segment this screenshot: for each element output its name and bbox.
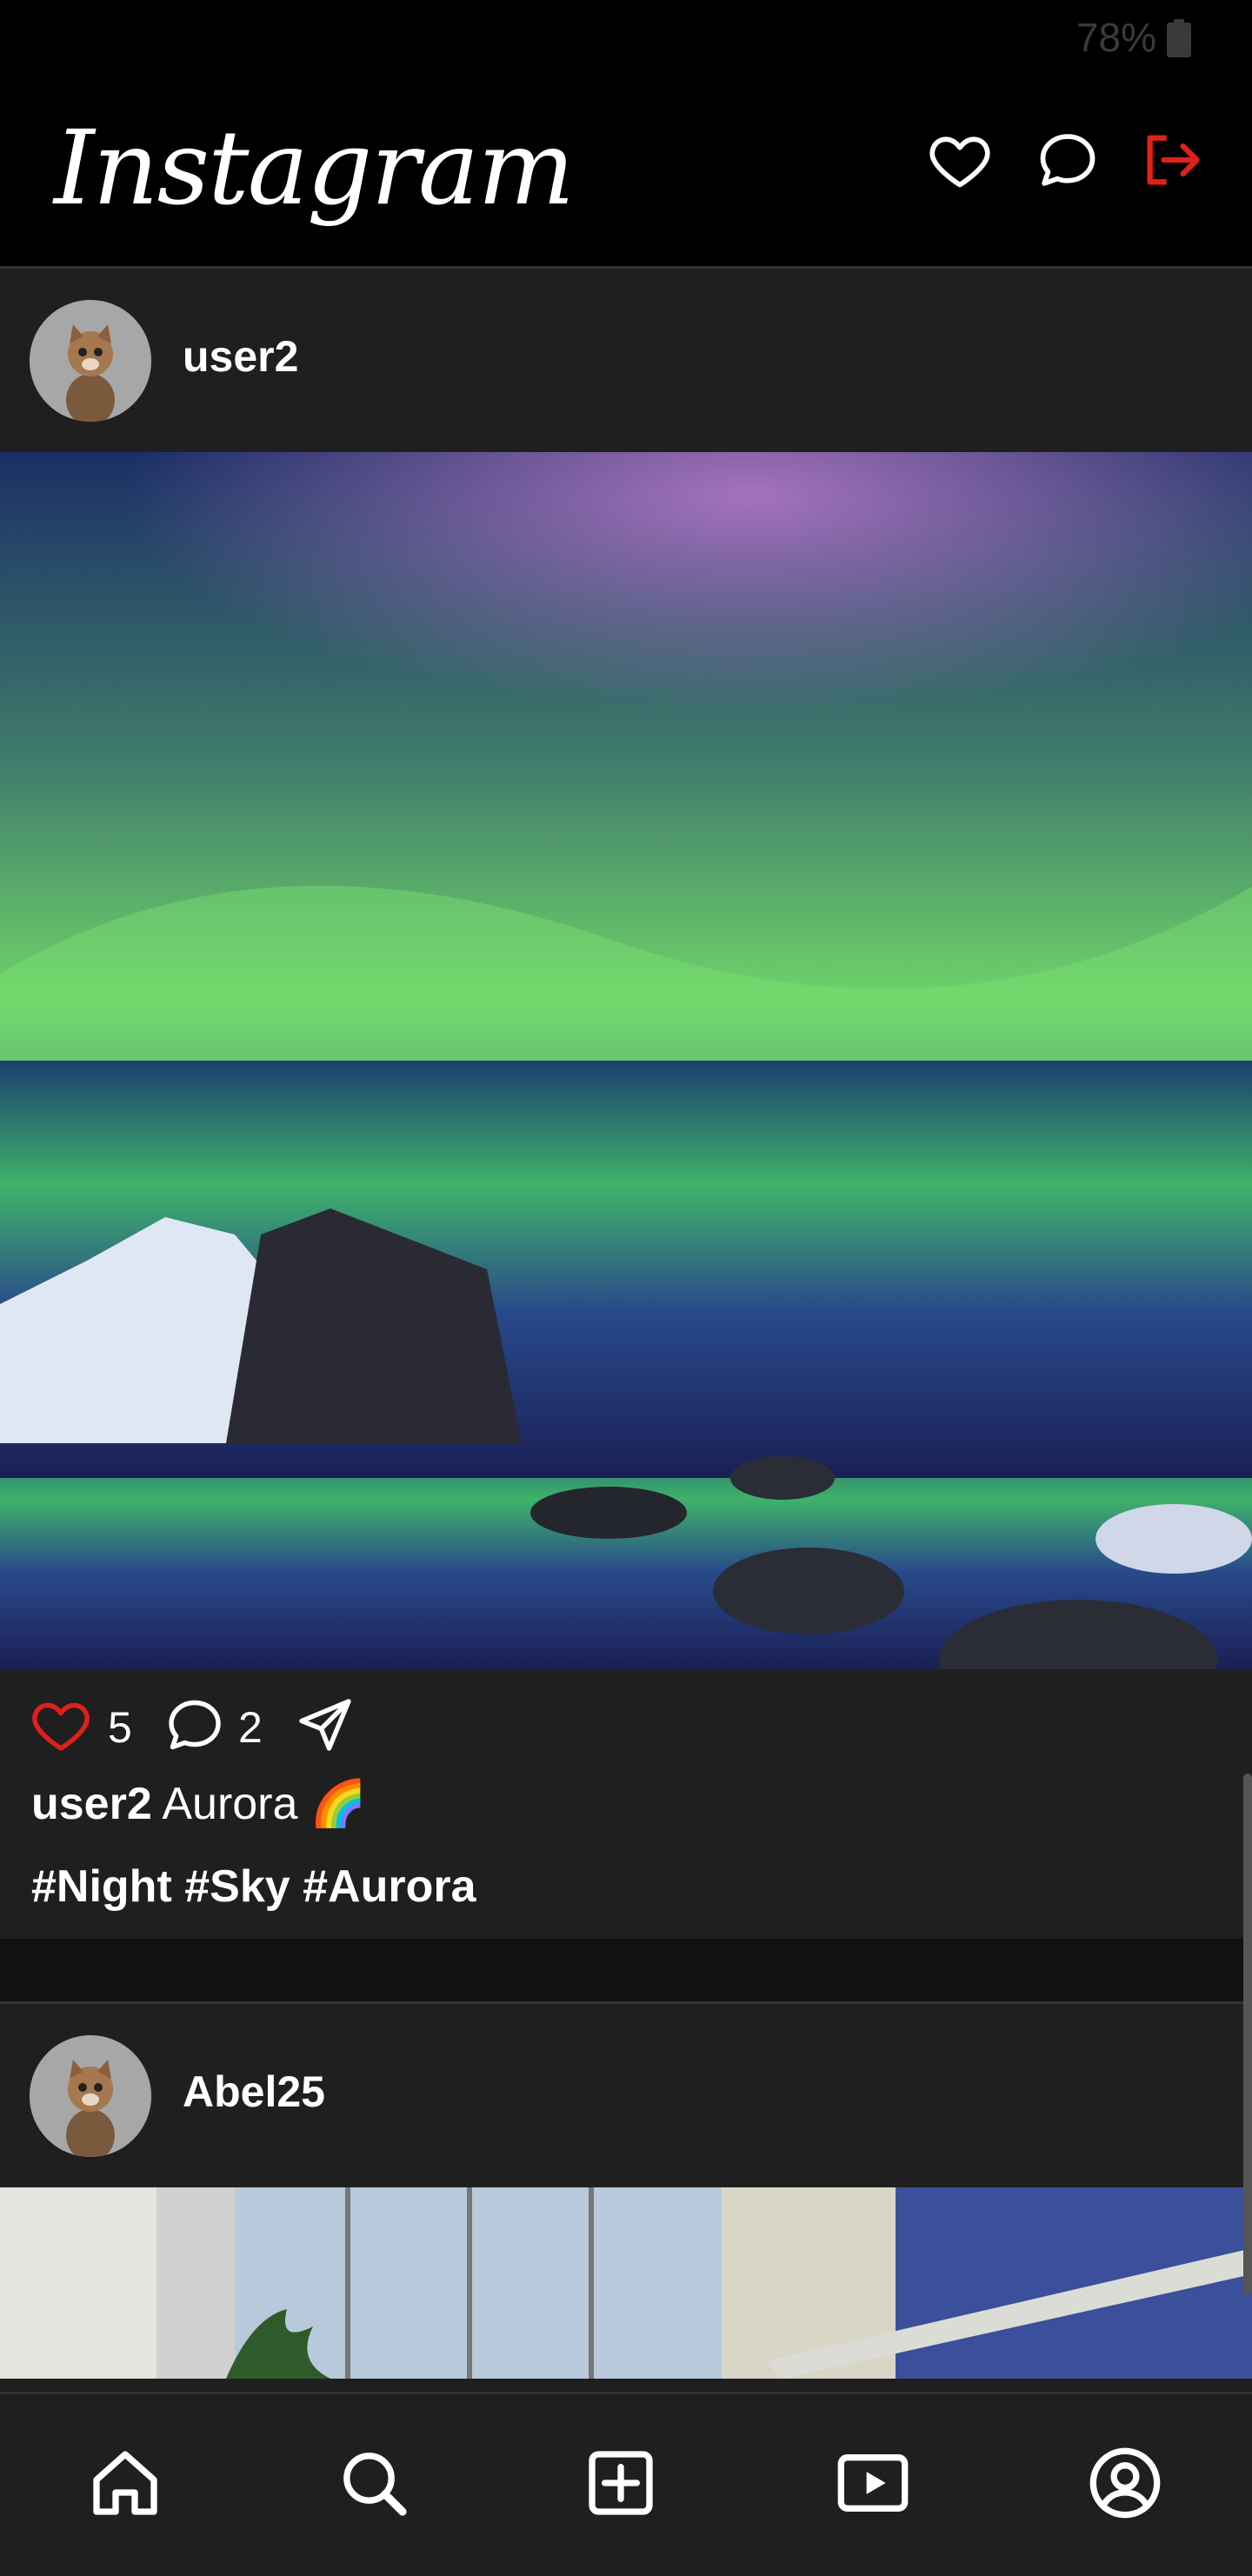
battery-percentage: 78% xyxy=(1076,15,1156,60)
add-post-icon[interactable] xyxy=(583,2445,659,2521)
post-caption: user2 Aurora 🌈 xyxy=(0,1756,1252,1852)
post-separator xyxy=(0,1939,1252,2004)
search-icon[interactable] xyxy=(336,2445,412,2521)
cat-avatar-image xyxy=(30,300,151,422)
post-image[interactable] xyxy=(0,452,1252,1669)
caption-username[interactable]: user2 xyxy=(31,1779,152,1829)
post-username[interactable]: user2 xyxy=(183,331,298,382)
caption-text: Aurora 🌈 xyxy=(162,1779,367,1829)
post-hashtags[interactable]: #Night #Sky #Aurora xyxy=(0,1852,1252,1939)
post-card: Abel25 xyxy=(0,2004,1252,2379)
instagram-logo[interactable]: Instagram xyxy=(54,108,575,228)
glass-building-image xyxy=(0,2187,1252,2379)
like-icon[interactable] xyxy=(30,1694,92,1756)
reels-icon[interactable] xyxy=(835,2445,911,2521)
post-actions: 5 2 xyxy=(0,1669,1252,1756)
logout-icon[interactable] xyxy=(1139,127,1205,193)
battery-icon xyxy=(1167,19,1191,57)
post-header: Abel25 xyxy=(0,2004,1252,2187)
comment-count: 2 xyxy=(238,1703,263,1752)
scrollbar[interactable] xyxy=(1243,1774,1252,2295)
like-count: 5 xyxy=(108,1703,132,1752)
cat-avatar-image xyxy=(30,2035,151,2157)
avatar[interactable] xyxy=(30,300,151,422)
share-icon[interactable] xyxy=(294,1694,356,1756)
aurora-landscape-image xyxy=(0,452,1252,1669)
post-image[interactable] xyxy=(0,2187,1252,2379)
chat-icon[interactable] xyxy=(1035,127,1101,193)
post-header: user2 xyxy=(0,269,1252,452)
feed[interactable]: user2 5 2 user2 Aurora 🌈 #Night #Sky #Au… xyxy=(0,269,1252,2392)
heart-icon[interactable] xyxy=(927,127,993,193)
home-icon[interactable] xyxy=(87,2445,163,2521)
status-bar: 78% xyxy=(0,0,1252,77)
comment-icon[interactable] xyxy=(163,1694,226,1756)
avatar[interactable] xyxy=(30,2035,151,2157)
post-card: user2 5 2 user2 Aurora 🌈 #Night #Sky #Au… xyxy=(0,269,1252,1939)
post-username[interactable]: Abel25 xyxy=(183,2067,325,2117)
profile-icon[interactable] xyxy=(1087,2445,1163,2521)
bottom-nav xyxy=(0,2392,1252,2576)
app-header: Instagram xyxy=(0,77,1252,269)
